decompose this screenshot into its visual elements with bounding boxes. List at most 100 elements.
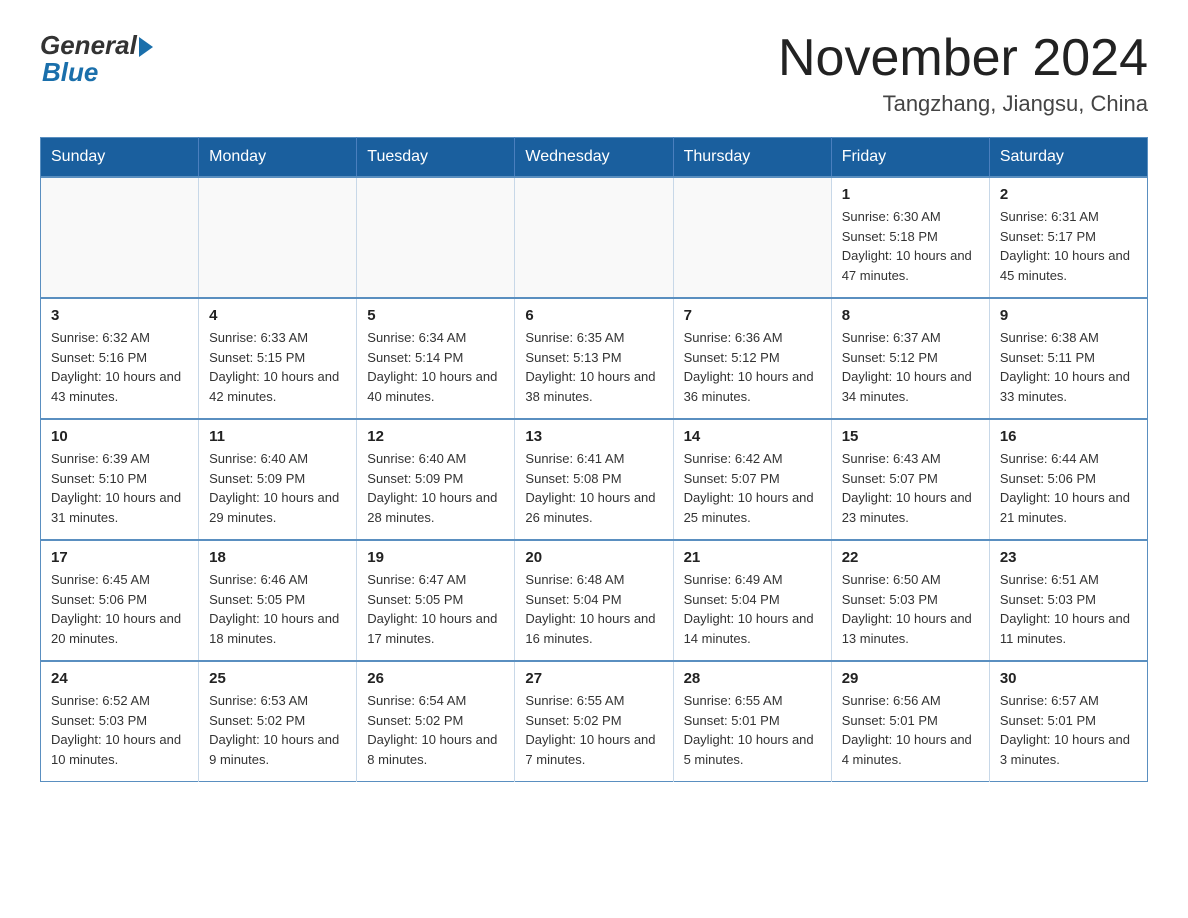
- day-number: 18: [209, 549, 346, 566]
- day-number: 16: [1000, 428, 1137, 445]
- logo-blue-text: Blue: [42, 57, 98, 88]
- calendar-cell: 21 Sunrise: 6:49 AMSunset: 5:04 PMDayligh…: [673, 540, 831, 661]
- calendar-cell: 24 Sunrise: 6:52 AMSunset: 5:03 PMDayligh…: [41, 661, 199, 782]
- day-info: Sunrise: 6:36 AMSunset: 5:12 PMDaylight:…: [684, 328, 821, 406]
- day-number: 22: [842, 549, 979, 566]
- day-number: 25: [209, 670, 346, 687]
- calendar-cell: 9 Sunrise: 6:38 AMSunset: 5:11 PMDaylight…: [989, 298, 1147, 419]
- day-number: 30: [1000, 670, 1137, 687]
- day-of-week-tuesday: Tuesday: [357, 138, 515, 178]
- day-info: Sunrise: 6:42 AMSunset: 5:07 PMDaylight:…: [684, 449, 821, 527]
- calendar-cell: 20 Sunrise: 6:48 AMSunset: 5:04 PMDayligh…: [515, 540, 673, 661]
- day-of-week-saturday: Saturday: [989, 138, 1147, 178]
- day-number: 17: [51, 549, 188, 566]
- day-info: Sunrise: 6:55 AMSunset: 5:01 PMDaylight:…: [684, 691, 821, 769]
- day-number: 3: [51, 307, 188, 324]
- calendar-cell: 15Sunrise: 6:43 AMSunset: 5:07 PMDayligh…: [831, 419, 989, 540]
- calendar-cell: 5 Sunrise: 6:34 AMSunset: 5:14 PMDaylight…: [357, 298, 515, 419]
- calendar-cell: 28 Sunrise: 6:55 AMSunset: 5:01 PMDayligh…: [673, 661, 831, 782]
- day-number: 8: [842, 307, 979, 324]
- day-number: 20: [525, 549, 662, 566]
- day-of-week-thursday: Thursday: [673, 138, 831, 178]
- day-info: Sunrise: 6:38 AMSunset: 5:11 PMDaylight:…: [1000, 328, 1137, 406]
- calendar-cell: 16 Sunrise: 6:44 AMSunset: 5:06 PMDayligh…: [989, 419, 1147, 540]
- calendar-cell: 27 Sunrise: 6:55 AMSunset: 5:02 PMDayligh…: [515, 661, 673, 782]
- calendar-cell: [673, 177, 831, 298]
- logo-arrow-icon: [139, 37, 153, 57]
- day-info: Sunrise: 6:48 AMSunset: 5:04 PMDaylight:…: [525, 570, 662, 648]
- page-header: General Blue November 2024 Tangzhang, Ji…: [40, 30, 1148, 117]
- day-number: 26: [367, 670, 504, 687]
- day-number: 15: [842, 428, 979, 445]
- title-block: November 2024 Tangzhang, Jiangsu, China: [778, 30, 1148, 117]
- week-row-2: 3 Sunrise: 6:32 AMSunset: 5:16 PMDaylight…: [41, 298, 1148, 419]
- day-number: 9: [1000, 307, 1137, 324]
- day-number: 24: [51, 670, 188, 687]
- day-number: 2: [1000, 186, 1137, 203]
- calendar-header: SundayMondayTuesdayWednesdayThursdayFrid…: [41, 138, 1148, 178]
- day-number: 10: [51, 428, 188, 445]
- day-info: Sunrise: 6:45 AMSunset: 5:06 PMDaylight:…: [51, 570, 188, 648]
- days-of-week-row: SundayMondayTuesdayWednesdayThursdayFrid…: [41, 138, 1148, 178]
- calendar-cell: 6 Sunrise: 6:35 AMSunset: 5:13 PMDaylight…: [515, 298, 673, 419]
- day-info: Sunrise: 6:32 AMSunset: 5:16 PMDaylight:…: [51, 328, 188, 406]
- day-number: 27: [525, 670, 662, 687]
- day-info: Sunrise: 6:50 AMSunset: 5:03 PMDaylight:…: [842, 570, 979, 648]
- month-title: November 2024: [778, 30, 1148, 87]
- calendar-cell: [199, 177, 357, 298]
- day-number: 13: [525, 428, 662, 445]
- day-number: 19: [367, 549, 504, 566]
- calendar-cell: 22 Sunrise: 6:50 AMSunset: 5:03 PMDayligh…: [831, 540, 989, 661]
- calendar-cell: 12Sunrise: 6:40 AMSunset: 5:09 PMDayligh…: [357, 419, 515, 540]
- logo: General Blue: [40, 30, 153, 88]
- day-number: 28: [684, 670, 821, 687]
- day-of-week-friday: Friday: [831, 138, 989, 178]
- calendar-cell: 29Sunrise: 6:56 AMSunset: 5:01 PMDayligh…: [831, 661, 989, 782]
- day-info: Sunrise: 6:34 AMSunset: 5:14 PMDaylight:…: [367, 328, 504, 406]
- day-info: Sunrise: 6:33 AMSunset: 5:15 PMDaylight:…: [209, 328, 346, 406]
- calendar-table: SundayMondayTuesdayWednesdayThursdayFrid…: [40, 137, 1148, 782]
- day-number: 4: [209, 307, 346, 324]
- day-info: Sunrise: 6:40 AMSunset: 5:09 PMDaylight:…: [367, 449, 504, 527]
- day-info: Sunrise: 6:44 AMSunset: 5:06 PMDaylight:…: [1000, 449, 1137, 527]
- day-info: Sunrise: 6:37 AMSunset: 5:12 PMDaylight:…: [842, 328, 979, 406]
- calendar-cell: 2 Sunrise: 6:31 AMSunset: 5:17 PMDaylight…: [989, 177, 1147, 298]
- calendar-cell: 18 Sunrise: 6:46 AMSunset: 5:05 PMDayligh…: [199, 540, 357, 661]
- calendar-body: 1Sunrise: 6:30 AMSunset: 5:18 PMDaylight…: [41, 177, 1148, 782]
- calendar-cell: 10Sunrise: 6:39 AMSunset: 5:10 PMDayligh…: [41, 419, 199, 540]
- day-info: Sunrise: 6:31 AMSunset: 5:17 PMDaylight:…: [1000, 207, 1137, 285]
- day-number: 5: [367, 307, 504, 324]
- week-row-1: 1Sunrise: 6:30 AMSunset: 5:18 PMDaylight…: [41, 177, 1148, 298]
- day-info: Sunrise: 6:51 AMSunset: 5:03 PMDaylight:…: [1000, 570, 1137, 648]
- calendar-cell: 3 Sunrise: 6:32 AMSunset: 5:16 PMDaylight…: [41, 298, 199, 419]
- calendar-cell: 26 Sunrise: 6:54 AMSunset: 5:02 PMDayligh…: [357, 661, 515, 782]
- calendar-cell: 11Sunrise: 6:40 AMSunset: 5:09 PMDayligh…: [199, 419, 357, 540]
- day-info: Sunrise: 6:55 AMSunset: 5:02 PMDaylight:…: [525, 691, 662, 769]
- calendar-cell: 1Sunrise: 6:30 AMSunset: 5:18 PMDaylight…: [831, 177, 989, 298]
- day-info: Sunrise: 6:57 AMSunset: 5:01 PMDaylight:…: [1000, 691, 1137, 769]
- day-info: Sunrise: 6:30 AMSunset: 5:18 PMDaylight:…: [842, 207, 979, 285]
- day-number: 21: [684, 549, 821, 566]
- day-info: Sunrise: 6:54 AMSunset: 5:02 PMDaylight:…: [367, 691, 504, 769]
- day-number: 23: [1000, 549, 1137, 566]
- location-text: Tangzhang, Jiangsu, China: [778, 91, 1148, 117]
- calendar-cell: 4 Sunrise: 6:33 AMSunset: 5:15 PMDaylight…: [199, 298, 357, 419]
- day-info: Sunrise: 6:53 AMSunset: 5:02 PMDaylight:…: [209, 691, 346, 769]
- calendar-cell: 25 Sunrise: 6:53 AMSunset: 5:02 PMDayligh…: [199, 661, 357, 782]
- day-number: 6: [525, 307, 662, 324]
- day-info: Sunrise: 6:35 AMSunset: 5:13 PMDaylight:…: [525, 328, 662, 406]
- week-row-5: 24 Sunrise: 6:52 AMSunset: 5:03 PMDayligh…: [41, 661, 1148, 782]
- calendar-cell: 13Sunrise: 6:41 AMSunset: 5:08 PMDayligh…: [515, 419, 673, 540]
- calendar-cell: [41, 177, 199, 298]
- day-info: Sunrise: 6:46 AMSunset: 5:05 PMDaylight:…: [209, 570, 346, 648]
- day-info: Sunrise: 6:47 AMSunset: 5:05 PMDaylight:…: [367, 570, 504, 648]
- day-number: 14: [684, 428, 821, 445]
- calendar-cell: 17 Sunrise: 6:45 AMSunset: 5:06 PMDayligh…: [41, 540, 199, 661]
- day-number: 7: [684, 307, 821, 324]
- day-info: Sunrise: 6:49 AMSunset: 5:04 PMDaylight:…: [684, 570, 821, 648]
- day-info: Sunrise: 6:52 AMSunset: 5:03 PMDaylight:…: [51, 691, 188, 769]
- week-row-4: 17 Sunrise: 6:45 AMSunset: 5:06 PMDayligh…: [41, 540, 1148, 661]
- day-number: 11: [209, 428, 346, 445]
- calendar-cell: 23 Sunrise: 6:51 AMSunset: 5:03 PMDayligh…: [989, 540, 1147, 661]
- day-info: Sunrise: 6:56 AMSunset: 5:01 PMDaylight:…: [842, 691, 979, 769]
